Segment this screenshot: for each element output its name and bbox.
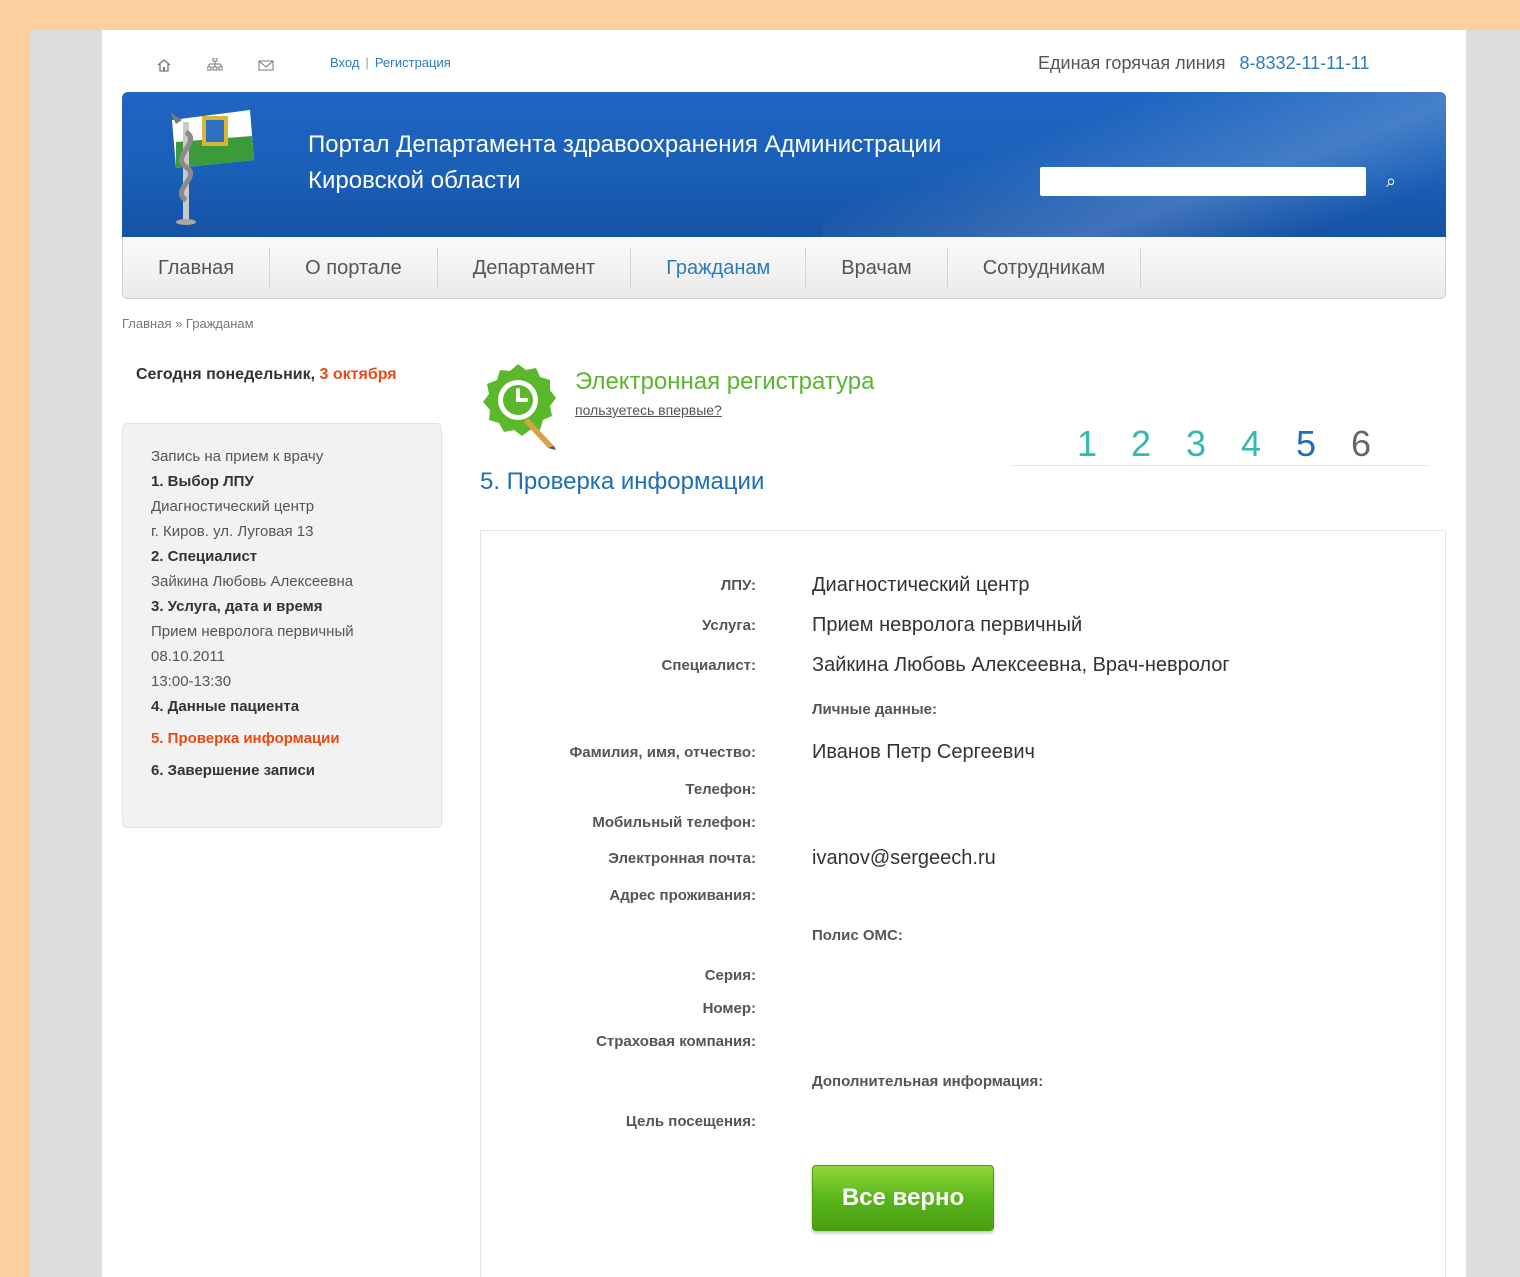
section-title: 5. Проверка информации	[480, 468, 765, 495]
step-number-2[interactable]: 2	[1131, 422, 1151, 466]
sidebar-step3-time: 13:00-13:30	[151, 673, 232, 690]
emblem-logo[interactable]	[162, 102, 262, 227]
step-number-4[interactable]: 4	[1241, 422, 1261, 466]
sidebar-step3-service: Прием невролога первичный	[151, 623, 354, 640]
hotline-label: Единая горячая линия	[1038, 53, 1226, 73]
portal-title-line1: Портал Департамента здравоохранения Адми…	[308, 131, 942, 158]
oms-heading: Полис ОМС:	[812, 927, 903, 944]
search-input[interactable]	[1040, 167, 1366, 196]
breadcrumb: Главная » Гражданам	[122, 316, 254, 331]
register-link[interactable]: Регистрация	[375, 55, 451, 70]
step-number-5: 5	[1296, 423, 1317, 464]
steps-sidebar: Запись на прием к врачу 1. Выбор ЛПУ Диа…	[122, 423, 442, 828]
sidebar-step-4[interactable]: 4. Данные пациента	[151, 694, 441, 719]
email-value: ivanov@sergeech.ru	[812, 847, 996, 869]
nav-item-about[interactable]: О портале	[270, 247, 438, 288]
lpu-label: ЛПУ:	[720, 577, 756, 594]
fio-value: Иванов Петр Сергеевич	[812, 741, 1035, 763]
portal-title: Портал Департамента здравоохранения Адми…	[308, 127, 1008, 199]
email-label: Электронная почта:	[608, 850, 756, 867]
purpose-label: Цель посещения:	[625, 1113, 756, 1130]
phone-label: Телефон:	[685, 781, 756, 798]
nav-item-doctors[interactable]: Врачам	[806, 247, 948, 288]
sidebar-step-3[interactable]: 3. Услуга, дата и время	[151, 594, 441, 619]
portal-title-line2: Кировской области	[308, 167, 521, 194]
sidebar-step1-address: г. Киров. ул. Луговая 13	[151, 523, 314, 540]
address-label: Адрес проживания:	[609, 887, 756, 904]
sidebar-step1-detail: Диагностический центр	[151, 498, 315, 515]
mobile-label: Мобильный телефон:	[592, 814, 756, 831]
ereg-title: Электронная регистратура	[575, 368, 875, 395]
hotline: Единая горячая линия 8-8332-11-11-11	[1038, 53, 1370, 74]
login-link[interactable]: Вход	[330, 55, 359, 70]
hotline-phone[interactable]: 8-8332-11-11-11	[1239, 53, 1369, 73]
auth-links: Вход | Регистрация	[330, 55, 451, 70]
service-value: Прием невролога первичный	[812, 614, 1083, 636]
specialist-value: Зайкина Любовь Алексеевна, Врач-невролог	[812, 654, 1230, 676]
first-time-link[interactable]: пользуетесь впервые?	[575, 402, 722, 418]
link-separator: |	[365, 55, 369, 70]
sidebar-step2-detail: Зайкина Любовь Алексеевна	[151, 573, 354, 590]
number-label: Номер:	[702, 1000, 756, 1017]
step-number-6: 6	[1351, 423, 1372, 464]
today-date-value: 3 октября	[319, 366, 397, 383]
series-label: Серия:	[704, 967, 756, 984]
sitemap-icon[interactable]	[206, 57, 224, 72]
mail-icon[interactable]	[258, 58, 274, 72]
lpu-value: Диагностический центр	[812, 574, 1030, 596]
sidebar-step-6: 6. Завершение записи	[151, 762, 316, 779]
search-icon[interactable]: ⌕	[1380, 170, 1402, 192]
today-prefix: Сегодня понедельник,	[136, 366, 320, 383]
sidebar-step-2[interactable]: 2. Специалист	[151, 544, 441, 569]
today-date: Сегодня понедельник, 3 октября	[136, 366, 397, 384]
nav-item-staff[interactable]: Сотрудникам	[948, 247, 1142, 288]
personal-data-heading: Личные данные:	[812, 701, 937, 718]
insurer-label: Страховая компания:	[596, 1033, 756, 1050]
main-nav: Главная О портале Департамент Гражданам …	[122, 237, 1446, 299]
step-number-1[interactable]: 1	[1077, 422, 1097, 466]
sidebar-step3-date: 08.10.2011	[151, 648, 225, 665]
sidebar-step-5: 5. Проверка информации	[151, 730, 340, 747]
sidebar-intro: Запись на прием к врачу	[151, 448, 324, 465]
home-icon[interactable]	[156, 58, 172, 72]
clock-pencil-icon	[483, 364, 556, 450]
nav-item-home[interactable]: Главная	[123, 247, 271, 288]
step-progress: 1 2 3 4 5 6	[1010, 422, 1430, 466]
confirm-button[interactable]: Все верно	[812, 1165, 994, 1231]
header-banner: Портал Департамента здравоохранения Адми…	[122, 92, 1446, 237]
fio-label: Фамилия, имя, отчество:	[569, 744, 756, 761]
nav-item-citizens[interactable]: Гражданам	[631, 247, 807, 288]
extra-info-heading: Дополнительная информация:	[812, 1073, 1044, 1090]
nav-item-department[interactable]: Департамент	[438, 247, 632, 288]
step-number-3[interactable]: 3	[1186, 422, 1206, 466]
sidebar-step-1[interactable]: 1. Выбор ЛПУ	[151, 469, 441, 494]
specialist-label: Специалист:	[661, 657, 756, 674]
service-label: Услуга:	[702, 617, 756, 634]
